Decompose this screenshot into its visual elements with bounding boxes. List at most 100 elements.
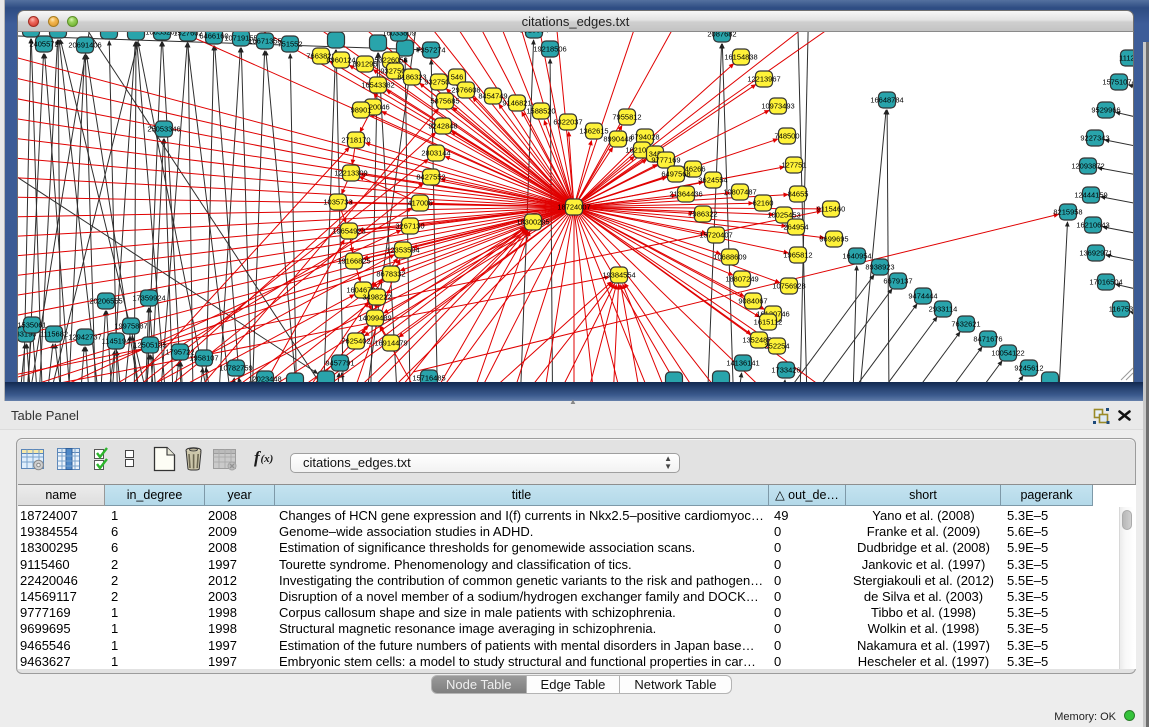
svg-text:9227343: 9227343 (1080, 134, 1109, 143)
svg-text:8427552: 8427552 (416, 173, 445, 182)
svg-text:16033809: 16033809 (382, 32, 415, 38)
svg-text:12942737: 12942737 (68, 333, 101, 342)
svg-text:19218506: 19218506 (533, 45, 566, 54)
svg-text:10756928: 10756928 (772, 282, 805, 291)
svg-text:127751: 127751 (781, 161, 806, 170)
svg-text:6322037: 6322037 (553, 118, 582, 127)
svg-text:6497568: 6497568 (661, 170, 690, 179)
svg-text:7986322: 7986322 (688, 210, 717, 219)
svg-text:1535061: 1535061 (18, 321, 47, 330)
svg-text:9245612: 9245612 (1014, 364, 1043, 373)
svg-text:9242848: 9242848 (428, 122, 457, 131)
svg-text:18300295: 18300295 (516, 218, 549, 227)
svg-text:1035733: 1035733 (323, 198, 352, 207)
svg-text:9777169: 9777169 (651, 156, 680, 165)
svg-text:16154838: 16154838 (724, 53, 757, 62)
svg-text:3498222: 3498222 (362, 293, 391, 302)
svg-text:8678332: 8678332 (376, 270, 405, 279)
svg-text:8960124: 8960124 (326, 56, 355, 65)
svg-text:7632621: 7632621 (951, 320, 980, 329)
svg-text:16210643: 16210643 (1076, 221, 1109, 230)
svg-text:252254: 252254 (764, 342, 789, 351)
svg-text:8215958: 8215958 (1053, 208, 1082, 217)
svg-text:20206555: 20206555 (89, 297, 122, 306)
svg-text:6679137: 6679137 (883, 277, 912, 286)
svg-text:16543382: 16543382 (361, 81, 394, 90)
svg-text:19384554: 19384554 (602, 271, 635, 280)
svg-text:8813054: 8813054 (519, 32, 548, 35)
svg-text:9457791: 9457791 (325, 359, 354, 368)
svg-text:10782759: 10782759 (219, 364, 252, 373)
svg-text:1640954: 1640954 (842, 252, 871, 261)
svg-text:1733426: 1733426 (771, 366, 800, 375)
svg-text:8938923: 8938923 (865, 263, 894, 272)
svg-text:9529966: 9529966 (1091, 106, 1120, 115)
svg-text:18807249: 18807249 (725, 275, 758, 284)
svg-text:16914479: 16914479 (374, 339, 407, 348)
svg-text:12093872: 12093872 (1071, 162, 1104, 171)
svg-text:3267130: 3267130 (395, 222, 424, 231)
svg-text:(x): (x) (261, 453, 274, 465)
svg-text:12353594: 12353594 (386, 246, 419, 255)
svg-text:19166825: 19166825 (337, 257, 370, 266)
svg-text:417006: 417006 (407, 199, 432, 208)
svg-text:98901: 98901 (351, 106, 372, 115)
svg-text:21364436: 21364436 (669, 190, 702, 199)
svg-text:5875685: 5875685 (430, 97, 459, 106)
svg-text:6794028: 6794028 (630, 133, 659, 142)
svg-text:1615112: 1615112 (754, 318, 783, 327)
svg-text:748500: 748500 (774, 132, 799, 141)
svg-text:3624554: 3624554 (698, 176, 727, 185)
svg-text:25053346: 25053346 (147, 125, 180, 134)
svg-text:8471676: 8471676 (973, 335, 1002, 344)
svg-text:17016504: 17016504 (1089, 278, 1122, 287)
svg-text:19975887: 19975887 (114, 322, 147, 331)
svg-text:751552: 751552 (277, 40, 302, 49)
svg-text:10054122: 10054122 (991, 349, 1024, 358)
svg-text:17359924: 17359924 (132, 294, 165, 303)
svg-text:7625402: 7625402 (341, 337, 370, 346)
svg-text:12213967: 12213967 (747, 75, 780, 84)
svg-text:1965812: 1965812 (783, 251, 812, 260)
svg-text:116753: 116753 (1109, 305, 1133, 314)
svg-text:10025453: 10025453 (767, 211, 800, 220)
svg-text:11123: 11123 (1119, 54, 1134, 63)
svg-text:20691406: 20691406 (68, 41, 101, 50)
svg-text:7357274: 7357274 (416, 46, 445, 55)
svg-text:18724007: 18724007 (557, 203, 590, 212)
svg-text:10688609: 10688609 (713, 253, 746, 262)
svg-text:1958107: 1958107 (189, 354, 218, 363)
svg-text:2803144: 2803144 (421, 149, 450, 158)
svg-text:9699695: 9699695 (819, 235, 848, 244)
svg-text:15720407: 15720407 (699, 231, 732, 240)
svg-text:12505135: 12505135 (133, 341, 166, 350)
svg-text:1527602: 1527602 (173, 32, 202, 38)
svg-text:264954: 264954 (783, 223, 808, 232)
svg-text:1588520: 1588520 (526, 107, 555, 116)
svg-text:8186323: 8186323 (397, 73, 426, 82)
svg-text:7955812: 7955812 (612, 113, 641, 122)
svg-text:10973493: 10973493 (761, 102, 794, 111)
svg-text:16648784: 16648784 (870, 96, 903, 105)
svg-text:9084067: 9084067 (738, 297, 767, 306)
svg-text:84655: 84655 (788, 190, 809, 199)
svg-text:14136141: 14136141 (726, 359, 759, 368)
svg-text:15751074: 15751074 (1102, 78, 1134, 87)
svg-text:546: 546 (451, 73, 464, 82)
svg-text:1115682: 1115682 (40, 330, 68, 339)
svg-text:9115460: 9115460 (817, 205, 846, 214)
svg-text:2933114: 2933114 (929, 305, 958, 314)
svg-text:19654923: 19654923 (332, 227, 365, 236)
svg-text:2976608: 2976608 (451, 86, 480, 95)
svg-text:13692971: 13692971 (1079, 249, 1112, 258)
svg-text:8990448: 8990448 (603, 135, 632, 144)
svg-text:15716485: 15716485 (412, 374, 445, 383)
svg-text:2405572: 2405572 (29, 40, 58, 49)
svg-text:14099489: 14099489 (358, 314, 391, 323)
svg-text:1145194: 1145194 (102, 337, 131, 346)
svg-text:2718170: 2718170 (341, 136, 370, 145)
svg-text:9474444: 9474444 (908, 292, 937, 301)
svg-text:12213309: 12213309 (334, 169, 367, 178)
svg-text:10807487: 10807487 (723, 188, 756, 197)
svg-text:2087682: 2087682 (707, 32, 736, 39)
